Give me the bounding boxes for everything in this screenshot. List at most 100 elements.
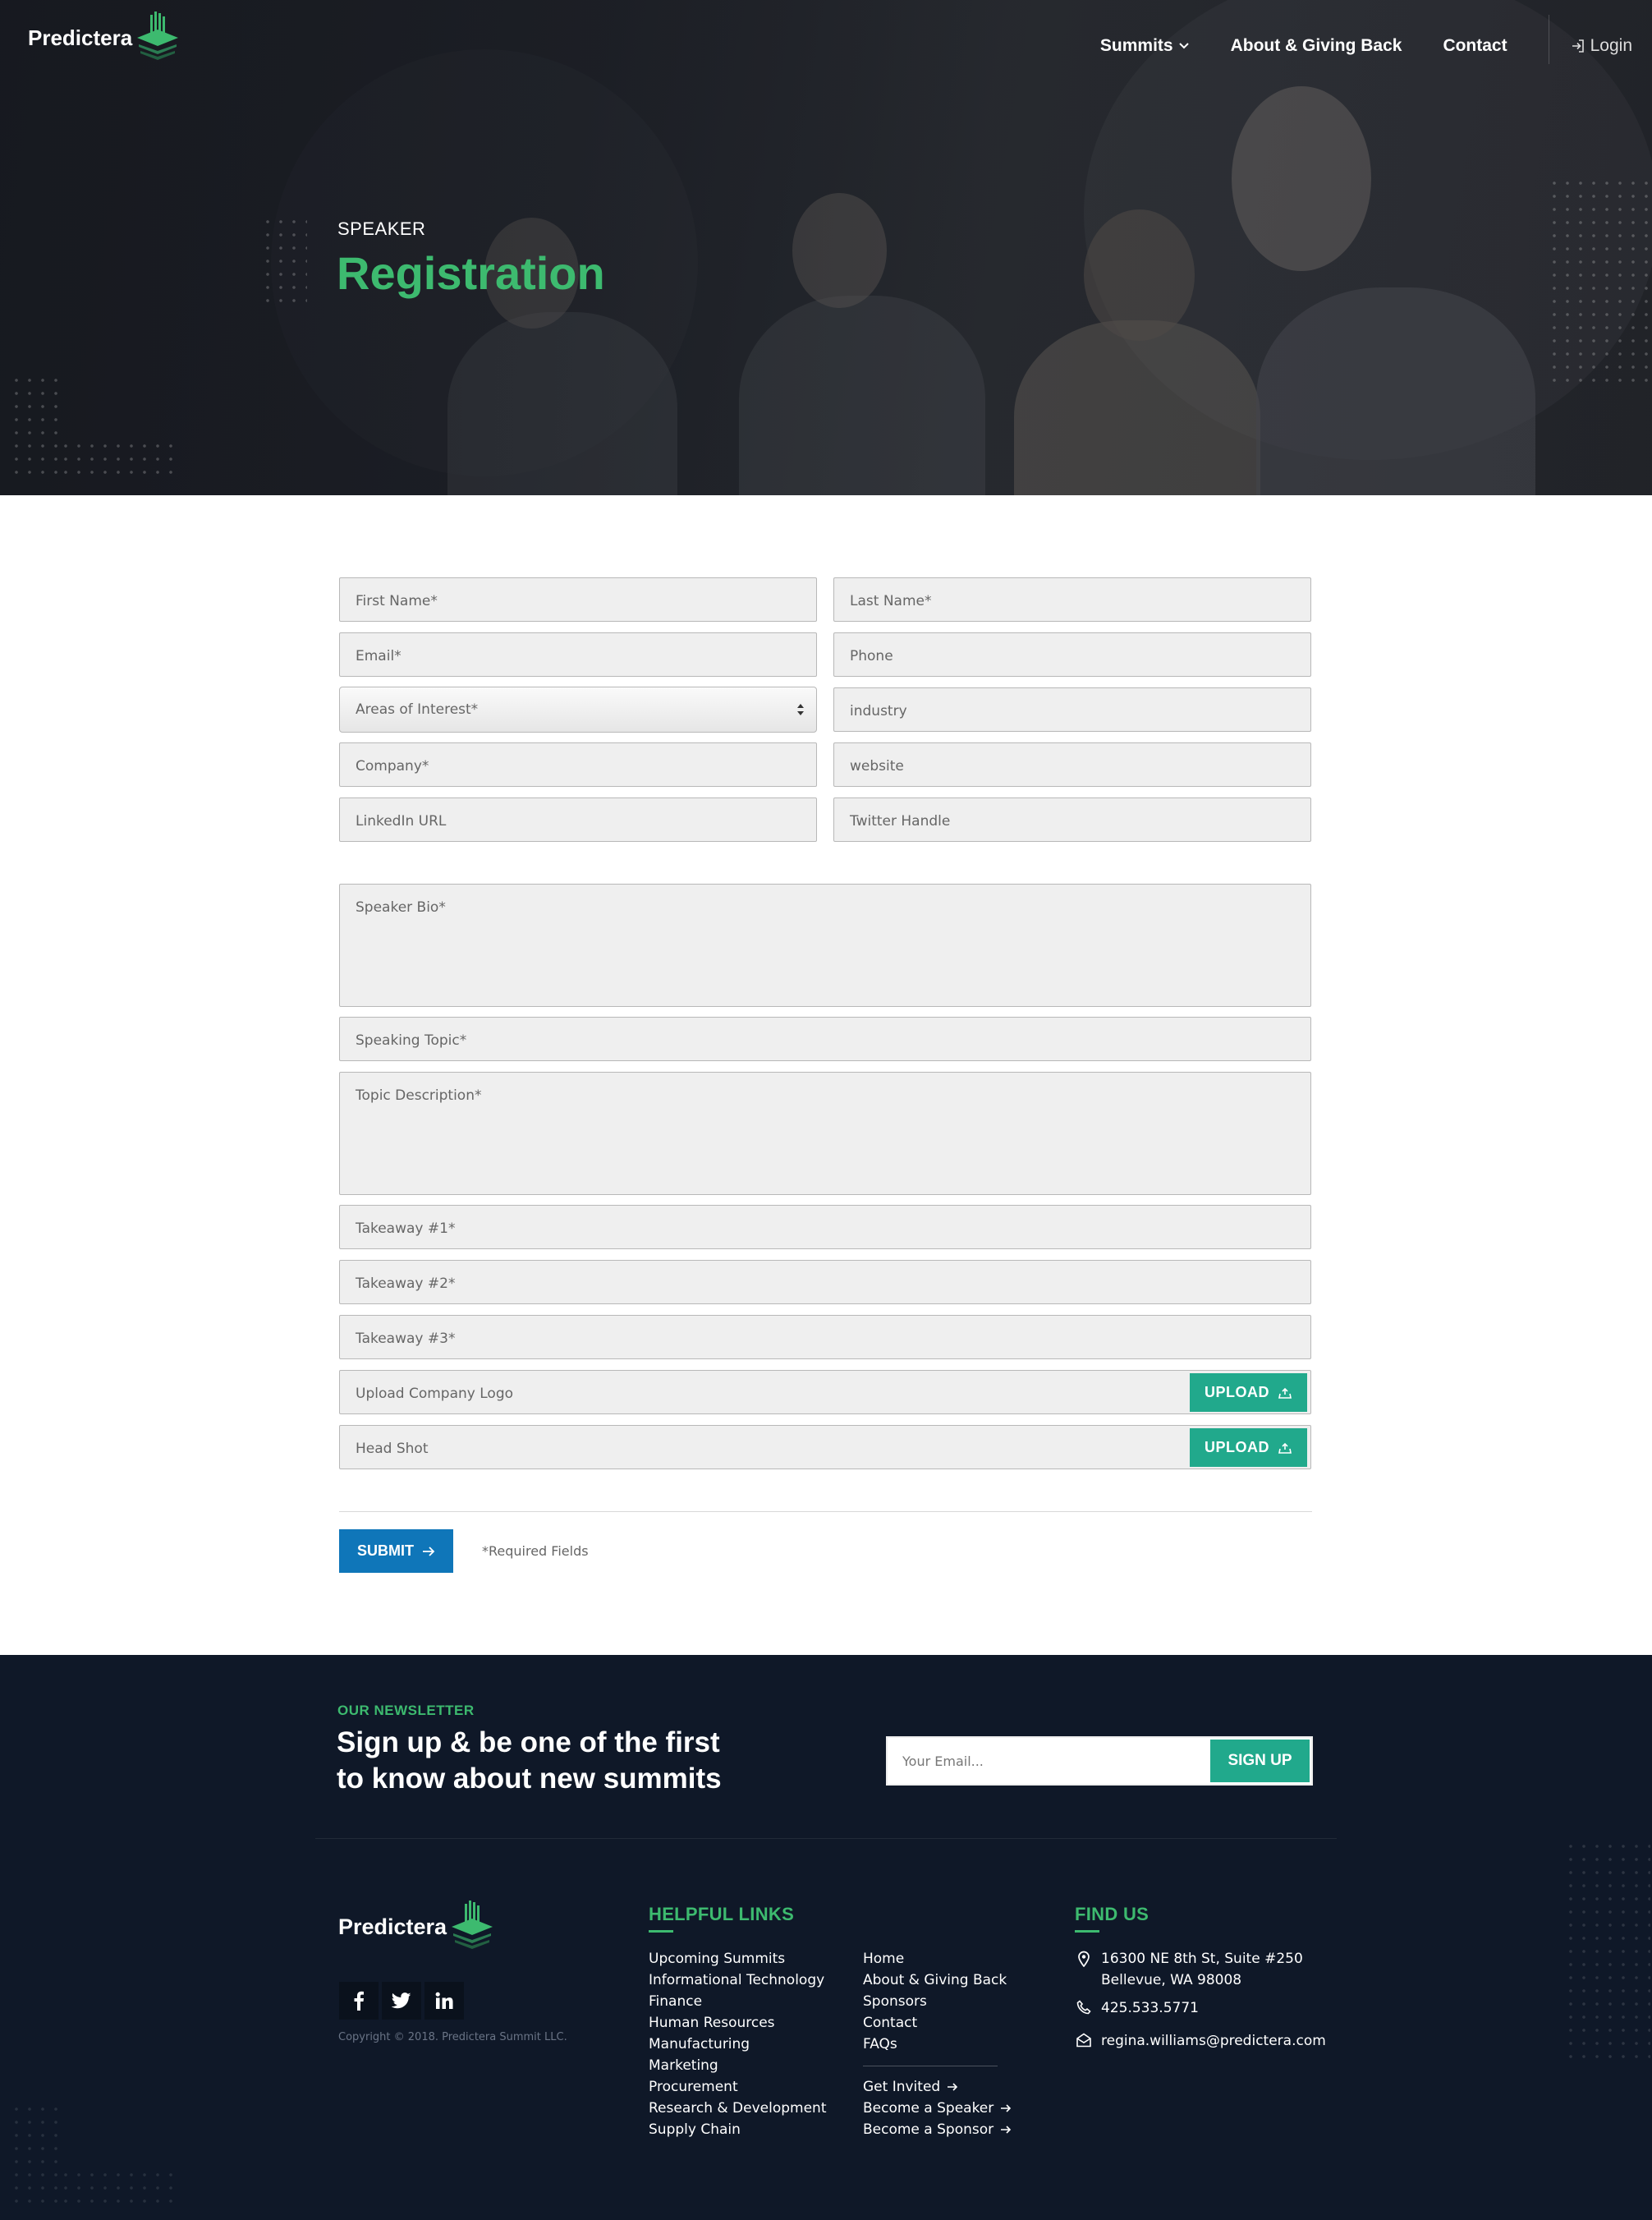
- facebook-icon: [354, 1991, 364, 2011]
- nav-summits[interactable]: Summits: [1100, 36, 1190, 56]
- top-nav: Predictera Summits About & Giving Back C…: [0, 0, 1652, 79]
- cta-label: Become a Sponsor: [863, 2121, 994, 2138]
- dot-pattern: [1564, 1840, 1650, 2061]
- footer-link[interactable]: Manufacturing: [649, 2034, 826, 2055]
- get-invited-link[interactable]: Get Invited: [863, 2076, 1012, 2098]
- linkedin-link[interactable]: [424, 1982, 464, 2020]
- helpful-links-cta: Get Invited Become a Speaker Become a Sp…: [863, 2076, 1012, 2140]
- arrow-right-icon: [1001, 2104, 1012, 2112]
- footer-link[interactable]: Research & Development: [649, 2098, 826, 2119]
- footer-link[interactable]: Home: [863, 1948, 1007, 1970]
- linkedin-placeholder: LinkedIn URL: [356, 813, 447, 830]
- chevron-down-icon: [1178, 43, 1189, 49]
- footer-link[interactable]: FAQs: [863, 2034, 1007, 2055]
- form-divider: [339, 1511, 1312, 1512]
- nav-contact-label: Contact: [1443, 36, 1507, 55]
- heading-underline: [649, 1930, 673, 1933]
- hero-eyebrow: SPEAKER: [337, 218, 426, 239]
- dot-pattern: [261, 215, 307, 310]
- footer-brand-logo[interactable]: Predictera: [338, 1901, 496, 1950]
- takeaway-1-field[interactable]: Takeaway #1*: [339, 1205, 1311, 1249]
- company-logo-upload-field: Upload Company Logo UPLOAD: [339, 1370, 1311, 1414]
- company-placeholder: Company*: [356, 758, 429, 774]
- footer-link[interactable]: Finance: [649, 1991, 826, 2012]
- select-arrows-icon: [797, 704, 804, 715]
- takeaway-3-placeholder: Takeaway #3*: [356, 1331, 456, 1347]
- footer-divider: [315, 1838, 1337, 1839]
- required-fields-note: *Required Fields: [482, 1543, 589, 1559]
- find-us-heading: FIND US: [1075, 1904, 1150, 1924]
- newsletter-label: OUR NEWSLETTER: [337, 1703, 475, 1718]
- speaker-bio-textarea[interactable]: Speaker Bio*: [339, 884, 1311, 1007]
- helpful-links-heading: HELPFUL LINKS: [649, 1904, 795, 1924]
- newsletter-title: Sign up & be one of the first to know ab…: [337, 1725, 764, 1797]
- phone-placeholder: Phone: [850, 648, 893, 664]
- newsletter-email-input[interactable]: Your Email...: [902, 1753, 984, 1769]
- brand-logo[interactable]: Predictera: [28, 11, 181, 61]
- become-speaker-link[interactable]: Become a Speaker: [863, 2098, 1012, 2119]
- twitter-field[interactable]: Twitter Handle: [833, 797, 1311, 842]
- nav-contact[interactable]: Contact: [1443, 36, 1507, 56]
- footer-link[interactable]: Supply Chain: [649, 2119, 826, 2140]
- phone-field[interactable]: Phone: [833, 632, 1311, 677]
- page-title: Registration: [337, 247, 605, 299]
- twitter-placeholder: Twitter Handle: [850, 813, 951, 830]
- industry-placeholder: industry: [850, 703, 907, 719]
- cta-label: Become a Speaker: [863, 2100, 994, 2117]
- cta-label: Get Invited: [863, 2079, 941, 2095]
- first-name-field[interactable]: First Name*: [339, 577, 817, 622]
- upload-icon: [1278, 1442, 1292, 1454]
- footer-link[interactable]: Human Resources: [649, 2012, 826, 2034]
- footer-link[interactable]: Procurement: [649, 2076, 826, 2098]
- twitter-link[interactable]: [382, 1982, 421, 2020]
- email-placeholder: Email*: [356, 648, 402, 664]
- arrow-right-icon: [948, 2083, 958, 2091]
- last-name-field[interactable]: Last Name*: [833, 577, 1311, 622]
- takeaway-3-field[interactable]: Takeaway #3*: [339, 1315, 1311, 1359]
- head-shot-label: Head Shot: [356, 1441, 429, 1457]
- email-field[interactable]: Email*: [339, 632, 817, 677]
- company-logo-label: Upload Company Logo: [356, 1386, 514, 1402]
- topic-description-textarea[interactable]: Topic Description*: [339, 1072, 1311, 1195]
- footer-link[interactable]: Marketing: [649, 2055, 826, 2076]
- email[interactable]: regina.williams@predictera.com: [1075, 2030, 1326, 2052]
- submit-label: SUBMIT: [357, 1542, 414, 1559]
- upload-label: UPLOAD: [1205, 1439, 1269, 1455]
- speaker-bio-placeholder: Speaker Bio*: [356, 899, 446, 916]
- footer-link[interactable]: Informational Technology: [649, 1970, 826, 1991]
- company-logo-upload-button[interactable]: UPLOAD: [1190, 1373, 1307, 1412]
- footer-link[interactable]: Sponsors: [863, 1991, 1007, 2012]
- become-sponsor-link[interactable]: Become a Sponsor: [863, 2119, 1012, 2140]
- email-address: regina.williams@predictera.com: [1101, 2033, 1326, 2049]
- dot-pattern: [59, 439, 176, 480]
- footer-link[interactable]: About & Giving Back: [863, 1970, 1007, 1991]
- helpful-links-col1: Upcoming Summits Informational Technolog…: [649, 1948, 826, 2140]
- company-field[interactable]: Company*: [339, 742, 817, 787]
- nav-about[interactable]: About & Giving Back: [1231, 36, 1402, 56]
- phone[interactable]: 425.533.5771: [1075, 1997, 1199, 2019]
- login-label: Login: [1590, 36, 1632, 55]
- submit-button[interactable]: SUBMIT: [339, 1529, 453, 1573]
- industry-field[interactable]: industry: [833, 687, 1311, 732]
- location-icon: [1078, 1951, 1090, 1967]
- footer-link[interactable]: Contact: [863, 2012, 1007, 2034]
- website-field[interactable]: website: [833, 742, 1311, 787]
- areas-of-interest-label: Areas of Interest*: [356, 701, 479, 718]
- takeaway-2-field[interactable]: Takeaway #2*: [339, 1260, 1311, 1304]
- nav-about-label: About & Giving Back: [1230, 36, 1402, 55]
- facebook-link[interactable]: [339, 1982, 379, 2020]
- brand-name: Predictera: [28, 25, 133, 50]
- nav-summits-label: Summits: [1099, 36, 1173, 55]
- head-shot-upload-button[interactable]: UPLOAD: [1190, 1428, 1307, 1467]
- linkedin-field[interactable]: LinkedIn URL: [339, 797, 817, 842]
- newsletter-form: Your Email... SIGN UP: [886, 1736, 1313, 1786]
- signup-button[interactable]: SIGN UP: [1210, 1740, 1310, 1782]
- login-icon: [1572, 39, 1584, 53]
- login-link[interactable]: Login: [1571, 36, 1632, 56]
- dot-pattern: [59, 2168, 176, 2209]
- speaking-topic-field[interactable]: Speaking Topic*: [339, 1017, 1311, 1061]
- address: 16300 NE 8th St, Suite #250 Bellevue, WA…: [1075, 1948, 1303, 1991]
- speaking-topic-placeholder: Speaking Topic*: [356, 1032, 467, 1049]
- footer-link[interactable]: Upcoming Summits: [649, 1948, 826, 1970]
- areas-of-interest-select[interactable]: Areas of Interest*: [339, 687, 817, 733]
